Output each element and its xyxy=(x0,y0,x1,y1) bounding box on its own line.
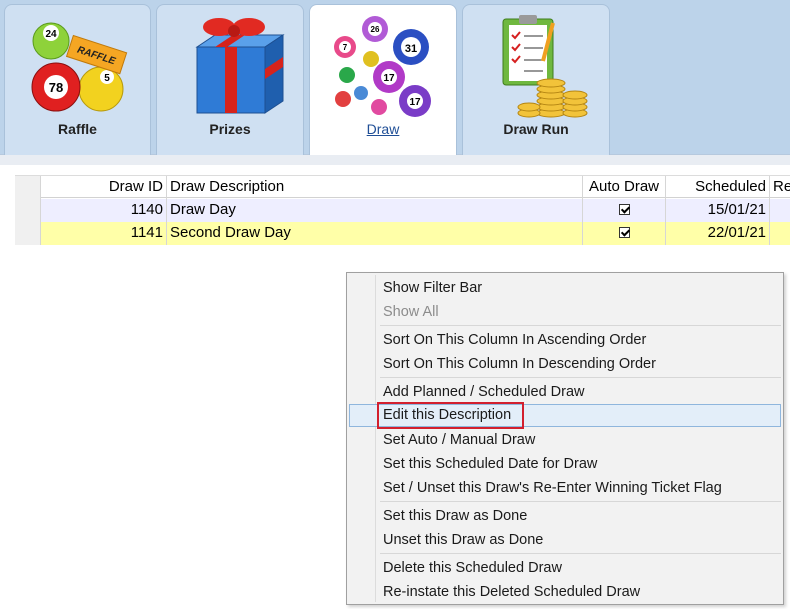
svg-text:17: 17 xyxy=(383,73,395,84)
menu-separator xyxy=(380,553,781,554)
cell-draw-description[interactable]: Draw Day xyxy=(167,199,583,222)
menu-item-delete-scheduled-draw[interactable]: Delete this Scheduled Draw xyxy=(349,557,781,580)
svg-text:78: 78 xyxy=(48,80,62,95)
raffle-balls-icon: 24 5 RAFFLE 78 xyxy=(5,9,150,119)
svg-text:26: 26 xyxy=(371,25,380,34)
cell-scheduled[interactable]: 15/01/21 xyxy=(666,199,770,222)
tab-draw-run-label: Draw Run xyxy=(503,121,569,137)
tab-draw-run[interactable]: Draw Run xyxy=(462,4,610,155)
svg-text:31: 31 xyxy=(405,43,417,55)
svg-text:5: 5 xyxy=(104,73,110,84)
menu-item-set-reenter-flag[interactable]: Set / Unset this Draw's Re-Enter Winning… xyxy=(349,477,781,500)
auto-draw-checkbox[interactable] xyxy=(618,203,630,215)
cell-re[interactable] xyxy=(770,222,790,245)
column-header-draw-id[interactable]: Draw ID xyxy=(41,176,167,199)
menu-item-unset-done[interactable]: Unset this Draw as Done xyxy=(349,529,781,552)
menu-item-add-planned-draw[interactable]: Add Planned / Scheduled Draw xyxy=(349,381,781,404)
cell-re[interactable] xyxy=(770,199,790,222)
row-indicator[interactable] xyxy=(15,222,41,245)
context-menu: Show Filter Bar Show All Sort On This Co… xyxy=(346,272,784,605)
lottery-balls-icon: 26 7 31 17 17 xyxy=(310,9,456,119)
menu-item-sort-descending[interactable]: Sort On This Column In Descending Order xyxy=(349,353,781,376)
menu-item-reinstate-deleted-draw[interactable]: Re-instate this Deleted Scheduled Draw xyxy=(349,581,781,604)
tab-prizes-label: Prizes xyxy=(209,121,251,137)
tab-strip: 24 5 RAFFLE 78 Raffle Prizes 26 7 31 17 … xyxy=(0,0,790,155)
column-header-re[interactable]: Re xyxy=(770,176,790,199)
menu-item-sort-ascending[interactable]: Sort On This Column In Ascending Order xyxy=(349,329,781,352)
svg-text:17: 17 xyxy=(409,97,421,108)
table-row[interactable]: 1140 Draw Day 15/01/21 xyxy=(15,199,790,222)
svg-text:24: 24 xyxy=(45,29,57,40)
menu-separator xyxy=(380,501,781,502)
clipboard-coins-icon xyxy=(463,9,609,119)
tab-raffle-label: Raffle xyxy=(58,121,97,137)
tab-draw-label: Draw xyxy=(366,121,400,137)
auto-draw-checkbox[interactable] xyxy=(618,226,630,238)
column-header-draw-description[interactable]: Draw Description xyxy=(167,176,583,199)
cell-scheduled[interactable]: 22/01/21 xyxy=(666,222,770,245)
svg-text:7: 7 xyxy=(343,43,348,52)
column-header-auto-draw[interactable]: Auto Draw xyxy=(583,176,666,199)
menu-separator xyxy=(380,325,781,326)
tab-prizes[interactable]: Prizes xyxy=(156,4,304,155)
content-top-band xyxy=(0,155,790,165)
cell-draw-id[interactable]: 1141 xyxy=(41,222,167,245)
tab-draw[interactable]: 26 7 31 17 17 Draw xyxy=(309,4,457,155)
highlight-annotation-box xyxy=(377,402,524,429)
menu-item-set-auto-manual-draw[interactable]: Set Auto / Manual Draw xyxy=(349,429,781,452)
cell-draw-id[interactable]: 1140 xyxy=(41,199,167,222)
row-indicator-header xyxy=(15,176,41,199)
row-indicator[interactable] xyxy=(15,199,41,222)
menu-item-show-filter-bar[interactable]: Show Filter Bar xyxy=(349,277,781,300)
table-row-selected[interactable]: 1141 Second Draw Day 22/01/21 xyxy=(15,222,790,245)
tab-raffle[interactable]: 24 5 RAFFLE 78 Raffle xyxy=(4,4,151,155)
gift-box-icon xyxy=(157,9,303,119)
column-header-scheduled[interactable]: Scheduled xyxy=(666,176,770,199)
menu-item-show-all: Show All xyxy=(383,304,439,320)
menu-separator xyxy=(380,377,781,378)
grid-header-row: Draw ID Draw Description Auto Draw Sched… xyxy=(15,175,790,199)
cell-auto-draw[interactable] xyxy=(583,222,666,245)
cell-auto-draw[interactable] xyxy=(583,199,666,222)
menu-item-set-done[interactable]: Set this Draw as Done xyxy=(349,505,781,528)
menu-item-set-scheduled-date[interactable]: Set this Scheduled Date for Draw xyxy=(349,453,781,476)
cell-draw-description[interactable]: Second Draw Day xyxy=(167,222,583,245)
